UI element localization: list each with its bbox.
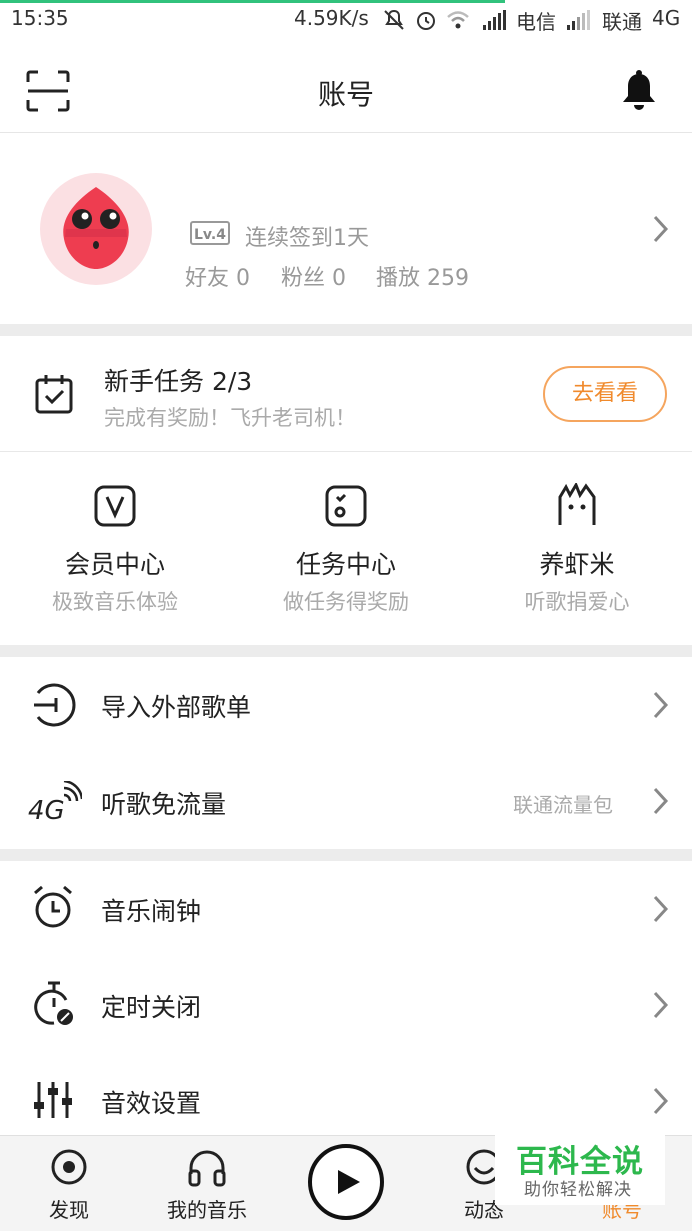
alarm-icon	[34, 885, 72, 928]
menu-label-equalizer: 音效设置	[101, 1089, 202, 1118]
svg-text:4G: 4G	[28, 796, 65, 823]
signal-icon-2	[567, 10, 590, 30]
calendar-check-icon	[35, 375, 73, 414]
status-time: 15:35	[11, 6, 69, 30]
plays-count[interactable]: 播放 259	[376, 260, 469, 292]
vip-icon	[94, 485, 136, 527]
section-divider	[0, 849, 692, 861]
equalizer-icon	[34, 1082, 72, 1118]
import-icon	[34, 683, 76, 727]
section-divider	[0, 324, 692, 336]
grid-title-task-center: 任务中心	[295, 550, 396, 579]
task-title: 新手任务 2/3	[104, 367, 253, 396]
signal-icon-1	[483, 10, 506, 30]
task-center-icon	[325, 485, 367, 527]
carrier-1: 电信	[516, 10, 556, 34]
avatar[interactable]	[40, 173, 152, 285]
chevron-right-icon	[653, 991, 669, 1019]
bell-icon[interactable]	[620, 70, 658, 112]
wifi-icon	[447, 11, 469, 29]
go-see-button[interactable]: 去看看	[543, 366, 667, 422]
fans-count[interactable]: 粉丝 0	[281, 260, 346, 292]
4g-icon: 4G	[28, 781, 82, 823]
discover-icon[interactable]	[50, 1148, 88, 1186]
shrimp-icon	[558, 483, 596, 525]
headphones-icon[interactable]	[187, 1148, 227, 1188]
chevron-right-icon	[653, 1087, 669, 1115]
chevron-right-icon	[653, 215, 669, 243]
task-subtitle: 完成有奖励！飞升老司机！	[104, 406, 356, 430]
menu-label-alarm: 音乐闹钟	[101, 897, 202, 926]
nav-label-discover[interactable]: 发现	[29, 1194, 109, 1223]
grid-subtitle-vip: 极致音乐体验	[52, 590, 178, 614]
chevron-right-icon	[653, 787, 669, 815]
timer-icon	[34, 981, 73, 1025]
grid-title-vip: 会员中心	[64, 550, 165, 579]
watermark-subtitle: 助你轻松解决	[524, 1180, 632, 1200]
play-icon[interactable]	[307, 1143, 385, 1221]
page-load-progress	[0, 0, 505, 3]
menu-label-import: 导入外部歌单	[101, 693, 252, 722]
carrier-2: 联通	[602, 10, 642, 34]
menu-label-timer: 定时关闭	[101, 993, 202, 1022]
section-divider	[0, 645, 692, 657]
checkin-text: 连续签到1天	[245, 226, 369, 251]
grid-title-shrimp: 养虾米	[539, 550, 615, 579]
friends-count[interactable]: 好友 0	[185, 260, 250, 292]
grid-subtitle-shrimp: 听歌捐爱心	[524, 590, 630, 614]
network-type: 4G	[652, 6, 681, 30]
menu-label-free-data: 听歌免流量	[101, 790, 227, 819]
level-badge: Lv.4	[190, 221, 230, 245]
mute-icon	[384, 9, 404, 30]
divider	[0, 451, 692, 452]
nav-label-my-music[interactable]: 我的音乐	[147, 1194, 267, 1223]
chevron-right-icon	[653, 895, 669, 923]
grid-subtitle-task-center: 做任务得奖励	[283, 590, 409, 614]
menu-right-free-data: 联通流量包	[513, 793, 613, 817]
chevron-right-icon	[653, 691, 669, 719]
alarm-status-icon	[417, 12, 435, 30]
page-title: 账号	[317, 78, 374, 111]
status-speed: 4.59K/s	[294, 6, 369, 30]
